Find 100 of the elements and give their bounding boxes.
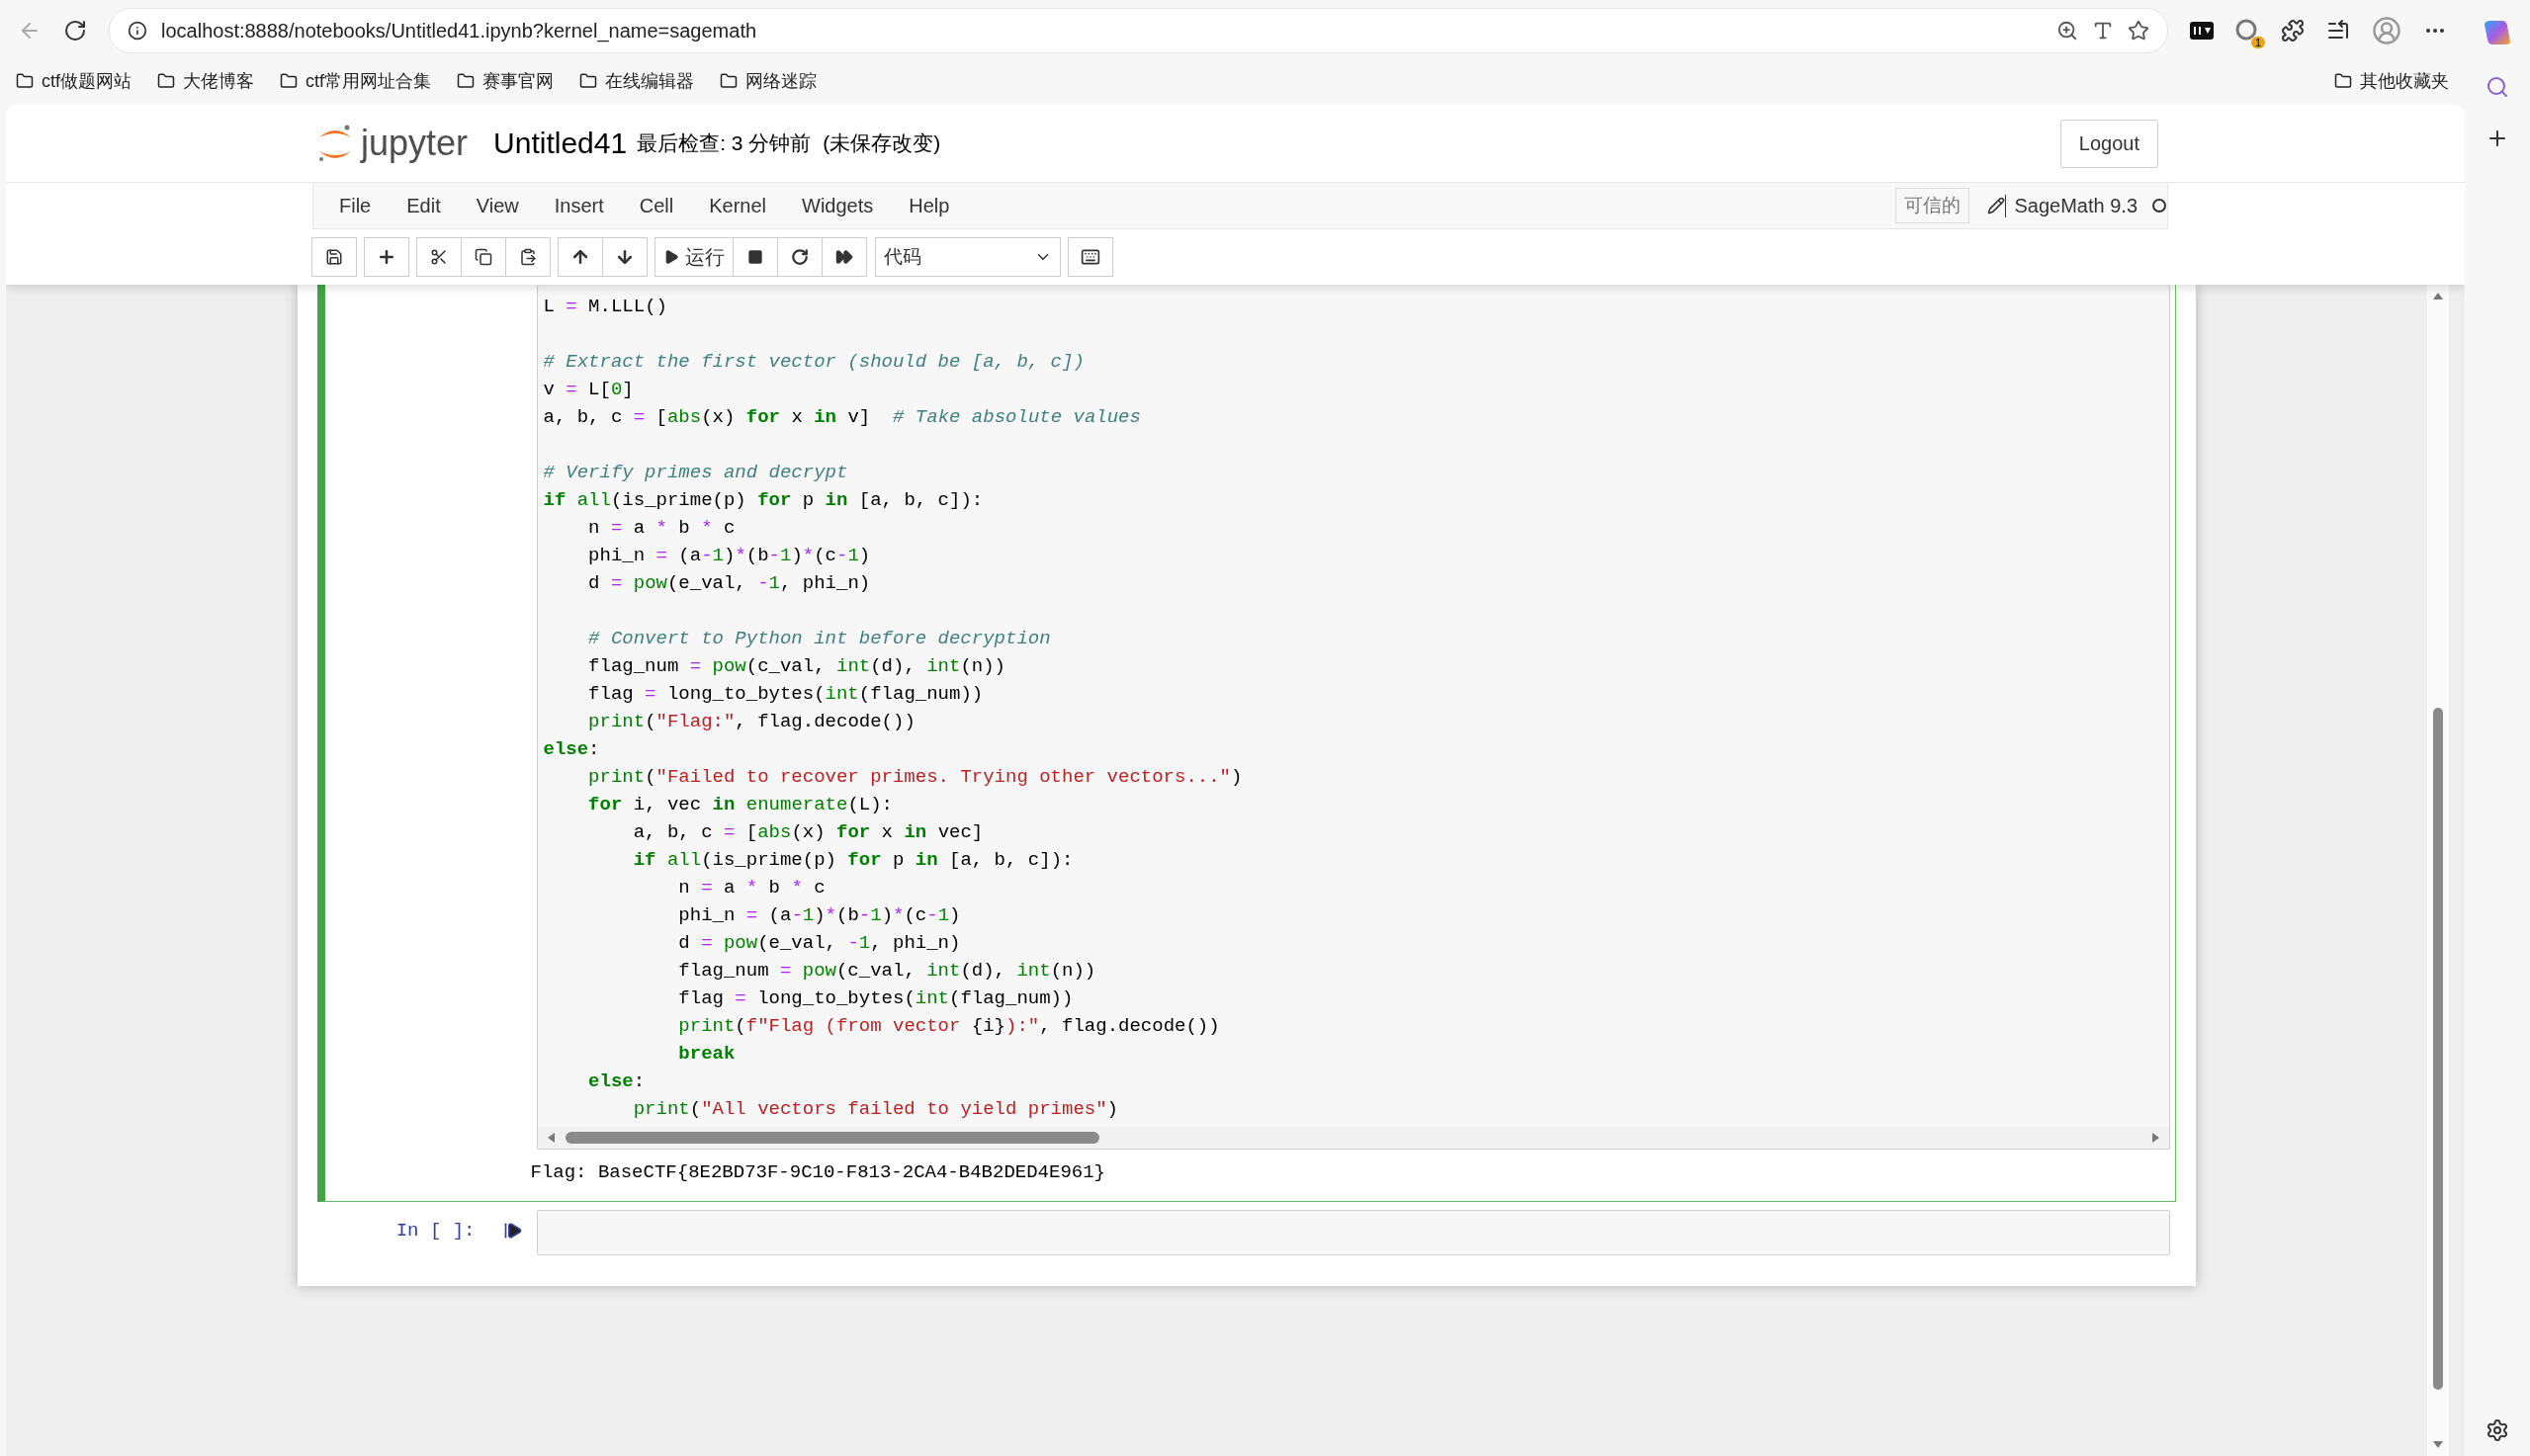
restart-icon <box>791 248 809 266</box>
settings-icon[interactable] <box>2486 1418 2509 1442</box>
zoom-icon[interactable] <box>2056 20 2078 42</box>
scroll-up-icon[interactable] <box>2432 291 2444 302</box>
jupyter-logo[interactable]: jupyter <box>315 122 469 165</box>
code-line: else: <box>587 1070 647 1094</box>
code-line: break <box>677 1042 737 1067</box>
keyboard-icon <box>1081 247 1100 267</box>
folder-icon <box>720 72 739 90</box>
code-line: print("All vectors failed to yield primes") <box>632 1097 1119 1122</box>
move-down-button[interactable] <box>602 237 648 277</box>
horizontal-scrollbar[interactable] <box>537 1127 2169 1149</box>
code-line: # Verify primes and decrypt <box>543 461 849 485</box>
fast-forward-icon <box>835 248 853 266</box>
code-line: flag = long_to_bytes(int(flag_num)) <box>587 682 985 707</box>
bookmark-folder[interactable]: ctf常用网址合集 <box>280 69 432 93</box>
scroll-down-icon[interactable] <box>2432 1438 2444 1450</box>
vertical-scrollbar[interactable] <box>2427 285 2449 1456</box>
code-line: L = M.LLL() <box>543 295 668 319</box>
logout-button[interactable]: Logout <box>2059 119 2158 168</box>
restart-button[interactable] <box>777 237 823 277</box>
stop-button[interactable] <box>733 237 778 277</box>
save-button[interactable] <box>311 237 357 277</box>
notification-badge: 1 <box>2250 37 2265 48</box>
code-line: n = a * b * c <box>587 516 737 541</box>
code-cell[interactable]: In [ ]: <box>316 1210 2176 1256</box>
menu-item[interactable]: Kernel <box>697 194 790 217</box>
clipboard-icon <box>519 248 537 266</box>
code-line: v = L[0] <box>543 378 635 402</box>
run-button[interactable]: 运行 <box>654 237 734 277</box>
code-line: d = pow(e_val, -1, phi_n) <box>587 571 872 596</box>
letter-icon[interactable] <box>2092 20 2114 42</box>
code-line: flag_num = pow(c_val, int(d), int(n)) <box>587 654 1006 679</box>
menu-item[interactable]: View <box>464 194 543 217</box>
run-cell-icon[interactable] <box>502 1221 523 1241</box>
fast-forward-button[interactable] <box>822 237 867 277</box>
kernel-name: SageMath 9.3 <box>2005 194 2151 217</box>
folder-icon <box>157 72 175 90</box>
menu-item[interactable]: Edit <box>394 194 465 217</box>
kernel-status-icon <box>2151 198 2167 214</box>
bookmark-folder[interactable]: ctf做题网站 <box>16 69 131 93</box>
bookmark-folder[interactable]: 大佬博客 <box>157 69 254 93</box>
bookmark-folder[interactable]: 网络迷踪 <box>720 69 818 93</box>
code-line: print(f"Flag (from vector {i}):", flag.decode()) <box>677 1014 1221 1039</box>
code-line: flag_num = pow(c_val, int(d), int(n)) <box>677 959 1097 984</box>
code-line: if all(is_prime(p) for p in [a, b, c]): <box>632 848 1075 873</box>
info-icon[interactable] <box>128 21 147 41</box>
keyboard-button[interactable] <box>1068 237 1113 277</box>
folder-icon <box>457 72 476 90</box>
url-text: localhost:8888/notebooks/Untitled41.ipynb?kernel_name=sagemath <box>161 19 758 43</box>
code-line: # Convert to Python int before decryption <box>587 627 1052 651</box>
square-icon <box>747 249 763 265</box>
puzzle-icon[interactable] <box>2281 19 2305 43</box>
bookmark-folder[interactable]: 在线编辑器 <box>579 69 695 93</box>
folder-icon <box>280 72 298 90</box>
menu-item[interactable]: Cell <box>627 194 698 217</box>
plus-icon <box>377 247 396 267</box>
cell-output: Flag: BaseCTF{8E2BD73F-9C10-F813-2CA4-B4B2DED4E961} <box>529 1160 1106 1185</box>
address-bar[interactable]: localhost:8888/notebooks/Untitled41.ipynb?kernel_name=sagemath <box>109 8 2168 53</box>
folder-icon <box>2334 72 2352 90</box>
markdown-icon[interactable] <box>2190 22 2214 40</box>
code-line: print("Flag:", flag.decode()) <box>587 710 916 734</box>
code-line: if all(is_prime(p) for p in [a, b, c]): <box>543 488 985 513</box>
pencil-icon[interactable] <box>1987 197 2006 214</box>
code-line: d = pow(e_val, -1, phi_n) <box>677 931 962 956</box>
copy-button[interactable] <box>461 237 506 277</box>
reload-icon[interactable] <box>63 19 87 43</box>
menu-item[interactable]: Insert <box>542 194 628 217</box>
code-line: a, b, c = [abs(x) for x in v] # Take absolute values <box>543 405 1142 430</box>
folder-icon <box>579 72 598 90</box>
move-up-button[interactable] <box>558 237 603 277</box>
code-line: a, b, c = [abs(x) for x in vec] <box>632 820 985 845</box>
code-line: for i, vec in enumerate(L): <box>587 793 894 817</box>
trusted-indicator[interactable]: 可信的 <box>1895 188 1970 223</box>
cell-prompt: In [ ]: <box>395 1220 476 1242</box>
paste-button[interactable] <box>505 237 551 277</box>
menu-item[interactable]: File <box>327 194 395 217</box>
cut-button[interactable] <box>416 237 462 277</box>
checkpoint-text: 最后检查: 3 分钟前 <box>637 130 812 156</box>
code-line: n = a * b * c <box>677 876 827 900</box>
folder-icon <box>16 72 34 90</box>
code-line: phi_n = (a-1)*(b-1)*(c-1) <box>677 903 962 928</box>
search-icon[interactable] <box>2486 75 2509 99</box>
copilot-icon[interactable] <box>2483 18 2512 47</box>
add-cell-button[interactable] <box>364 237 409 277</box>
cell-type-select[interactable]: 代码 <box>875 237 1061 277</box>
code-line: else: <box>543 737 601 762</box>
code-line: print("Failed to recover primes. Trying other vectors...") <box>587 765 1244 790</box>
star-icon[interactable] <box>2128 20 2149 42</box>
copy-icon <box>475 248 492 266</box>
menu-item[interactable]: Widgets <box>790 194 898 217</box>
play-icon <box>663 249 679 265</box>
bookmark-folder[interactable]: 赛事官网 <box>457 69 555 93</box>
code-editor[interactable] <box>536 285 2170 1150</box>
code-line: phi_n = (a-1)*(b-1)*(c-1) <box>587 544 872 568</box>
scissors-icon <box>430 248 448 266</box>
menu-item[interactable]: Help <box>897 194 974 217</box>
profile-icon[interactable] <box>2372 16 2401 45</box>
notebook-title[interactable]: Untitled41 <box>493 127 628 160</box>
bookmark-folder[interactable]: 其他收藏夹 <box>2334 69 2449 93</box>
